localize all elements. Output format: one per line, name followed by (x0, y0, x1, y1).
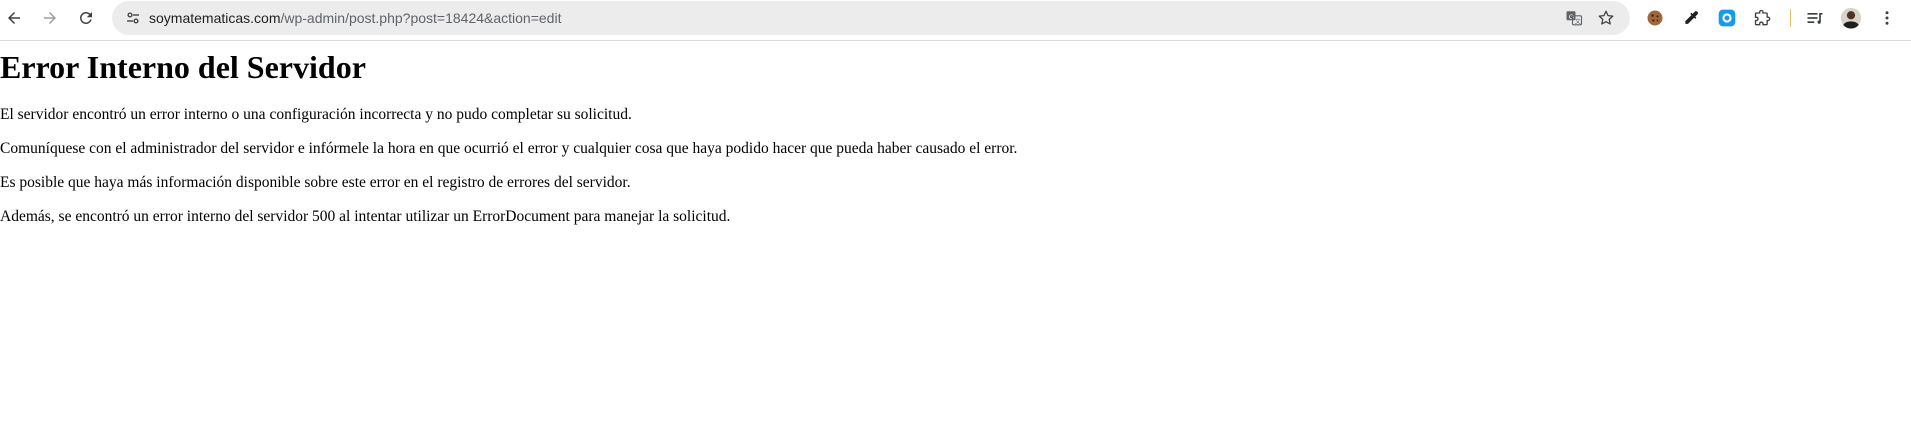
puzzle-icon (1754, 9, 1771, 26)
error-paragraph: Además, se encontró un error interno del… (0, 208, 731, 225)
reading-list-icon (1807, 13, 1823, 24)
profile-button[interactable] (1839, 6, 1863, 30)
error-paragraph: Es posible que haya más información disp… (0, 174, 631, 191)
arrow-right-icon (44, 12, 56, 24)
address-bar[interactable]: soymatematicas.com/wp-admin/post.php?pos… (112, 1, 1630, 35)
back-button[interactable] (0, 4, 28, 32)
kebab-menu-icon (1885, 11, 1889, 25)
eyedropper-extension-button[interactable] (1679, 6, 1703, 30)
url-text[interactable]: soymatematicas.com/wp-admin/post.php?pos… (149, 10, 561, 26)
reload-icon (79, 11, 92, 24)
forward-button[interactable] (36, 4, 64, 32)
browser-toolbar: soymatematicas.com/wp-admin/post.php?pos… (0, 0, 1911, 36)
blue-extension-button[interactable] (1715, 6, 1739, 30)
reading-list-button[interactable] (1803, 6, 1827, 30)
eyedropper-icon (1685, 11, 1698, 24)
toolbar-separator (1790, 9, 1791, 27)
page-title: Error Interno del Servidor (0, 49, 366, 85)
url-host: soymatematicas.com (149, 10, 281, 26)
svg-text:G: G (1569, 14, 1574, 21)
extensions-button[interactable] (1751, 6, 1775, 30)
translate-button[interactable]: G 文 (1563, 7, 1585, 29)
tune-icon (127, 12, 139, 24)
cookie-extension-button[interactable] (1643, 6, 1667, 30)
site-info-button[interactable] (122, 7, 144, 29)
toolbar-divider (0, 40, 1911, 41)
bookmark-button[interactable] (1595, 7, 1617, 29)
translate-icon: G 文 (1566, 11, 1583, 26)
menu-button[interactable] (1875, 6, 1899, 30)
reload-button[interactable] (72, 4, 100, 32)
url-path: /wp-admin/post.php?post=18424&action=edi… (280, 10, 562, 26)
error-paragraph: Comuníquese con el administrador del ser… (0, 140, 1018, 157)
star-icon (1598, 10, 1614, 25)
arrow-left-icon (8, 12, 20, 24)
error-paragraph: El servidor encontró un error interno o … (0, 106, 632, 123)
cookie-icon (1647, 10, 1663, 26)
svg-text:文: 文 (1575, 17, 1581, 25)
blue-extension-icon (1718, 9, 1736, 27)
avatar (1840, 7, 1862, 29)
